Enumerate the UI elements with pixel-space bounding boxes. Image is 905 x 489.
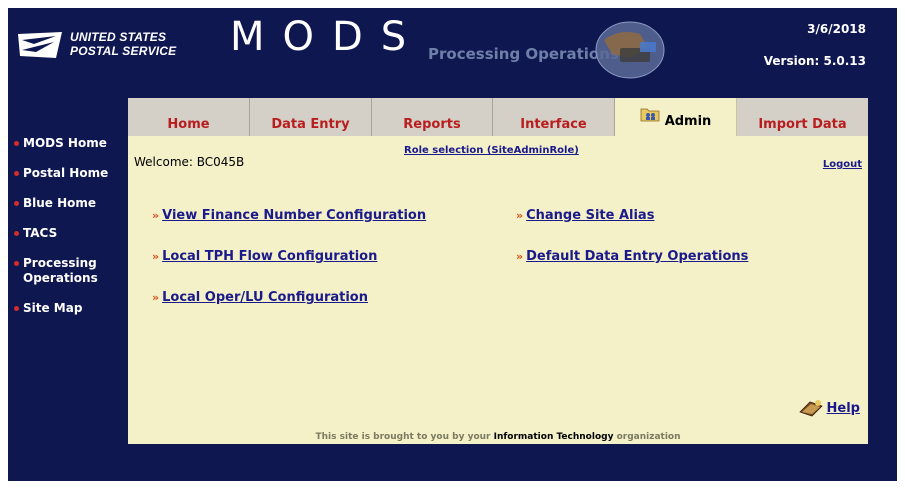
org-line1: UNITED STATES <box>70 30 167 44</box>
bullet-icon <box>14 231 19 236</box>
view-finance-number-config-link[interactable]: » View Finance Number Configuration <box>152 208 426 223</box>
tab-bar: Home Data Entry Reports Interface Admin <box>128 98 868 136</box>
arrow-marker-icon: » <box>516 209 524 222</box>
globe-logo-icon <box>595 21 665 79</box>
footer-text: This site is brought to you by your Info… <box>128 432 868 442</box>
footer-suffix: organization <box>616 432 681 442</box>
main-panel: Home Data Entry Reports Interface Admin <box>128 98 868 444</box>
tab-admin[interactable]: Admin <box>615 98 737 136</box>
org-line2: POSTAL SERVICE <box>70 44 177 58</box>
tab-data-entry[interactable]: Data Entry <box>250 98 372 136</box>
help-label: Help <box>826 400 860 416</box>
bullet-icon <box>14 141 19 146</box>
app-title: MODS <box>230 14 425 60</box>
arrow-marker-icon: » <box>152 209 160 222</box>
tab-label: Interface <box>520 116 587 132</box>
local-oper-lu-config-link[interactable]: » Local Oper/LU Configuration <box>152 290 368 305</box>
bullet-icon <box>14 261 19 266</box>
nav-label: Blue Home <box>23 196 97 210</box>
footer-org-name: Information Technology <box>493 432 614 442</box>
arrow-marker-icon: » <box>516 250 524 263</box>
tab-home[interactable]: Home <box>128 98 250 136</box>
link-label: Local Oper/LU Configuration <box>162 290 368 305</box>
link-label: View Finance Number Configuration <box>162 208 427 223</box>
nav-label: Postal Home <box>23 166 109 180</box>
role-selection-link[interactable]: Role selection (SiteAdminRole) <box>404 145 579 156</box>
nav-label: TACS <box>23 226 58 240</box>
tab-import-data[interactable]: Import Data <box>737 98 868 136</box>
nav-site-map[interactable]: Site Map <box>14 301 132 316</box>
tab-label: Home <box>167 116 210 132</box>
footer-prefix: This site is brought to you by your <box>315 432 491 442</box>
arrow-marker-icon: » <box>152 250 160 263</box>
help-book-icon <box>798 400 823 417</box>
arrow-marker-icon: » <box>152 291 160 304</box>
welcome-text: Welcome: BC045B <box>134 155 245 169</box>
bullet-icon <box>14 171 19 176</box>
local-tph-flow-config-link[interactable]: » Local TPH Flow Configuration <box>152 249 377 264</box>
nav-processing-operations[interactable]: Processing Operations <box>14 256 132 286</box>
tab-interface[interactable]: Interface <box>493 98 615 136</box>
link-label: Default Data Entry Operations <box>526 249 749 264</box>
tab-label: Reports <box>403 116 461 132</box>
help-link[interactable]: Help <box>798 398 860 418</box>
nav-label: Site Map <box>23 301 83 315</box>
tab-reports[interactable]: Reports <box>372 98 493 136</box>
default-data-entry-operations-link[interactable]: » Default Data Entry Operations <box>516 249 748 264</box>
usps-logo[interactable]: UNITED STATES POSTAL SERVICE <box>16 26 176 64</box>
tab-label: Import Data <box>758 116 847 132</box>
nav-label: Processing Operations <box>23 256 98 285</box>
nav-blue-home[interactable]: Blue Home <box>14 196 132 211</box>
current-date: 3/6/2018 <box>807 22 866 36</box>
bullet-icon <box>14 306 19 311</box>
change-site-alias-link[interactable]: » Change Site Alias <box>516 208 654 223</box>
nav-postal-home[interactable]: Postal Home <box>14 166 132 181</box>
nav-tacs[interactable]: TACS <box>14 226 132 241</box>
nav-mods-home[interactable]: MODS Home <box>14 136 132 151</box>
eagle-icon <box>18 32 62 58</box>
tab-label: Data Entry <box>271 116 350 132</box>
bullet-icon <box>14 201 19 206</box>
link-label: Change Site Alias <box>526 208 655 223</box>
left-nav: MODS Home Postal Home Blue Home TACS Pro… <box>14 136 132 331</box>
link-label: Local TPH Flow Configuration <box>162 249 378 264</box>
logout-link[interactable]: Logout <box>823 159 862 170</box>
nav-label: MODS Home <box>23 136 107 150</box>
folder-users-icon <box>640 108 660 122</box>
tab-label: Admin <box>664 113 712 129</box>
version-label: Version: 5.0.13 <box>763 54 866 68</box>
app-frame: UNITED STATES POSTAL SERVICE MODS Proces… <box>8 8 897 481</box>
